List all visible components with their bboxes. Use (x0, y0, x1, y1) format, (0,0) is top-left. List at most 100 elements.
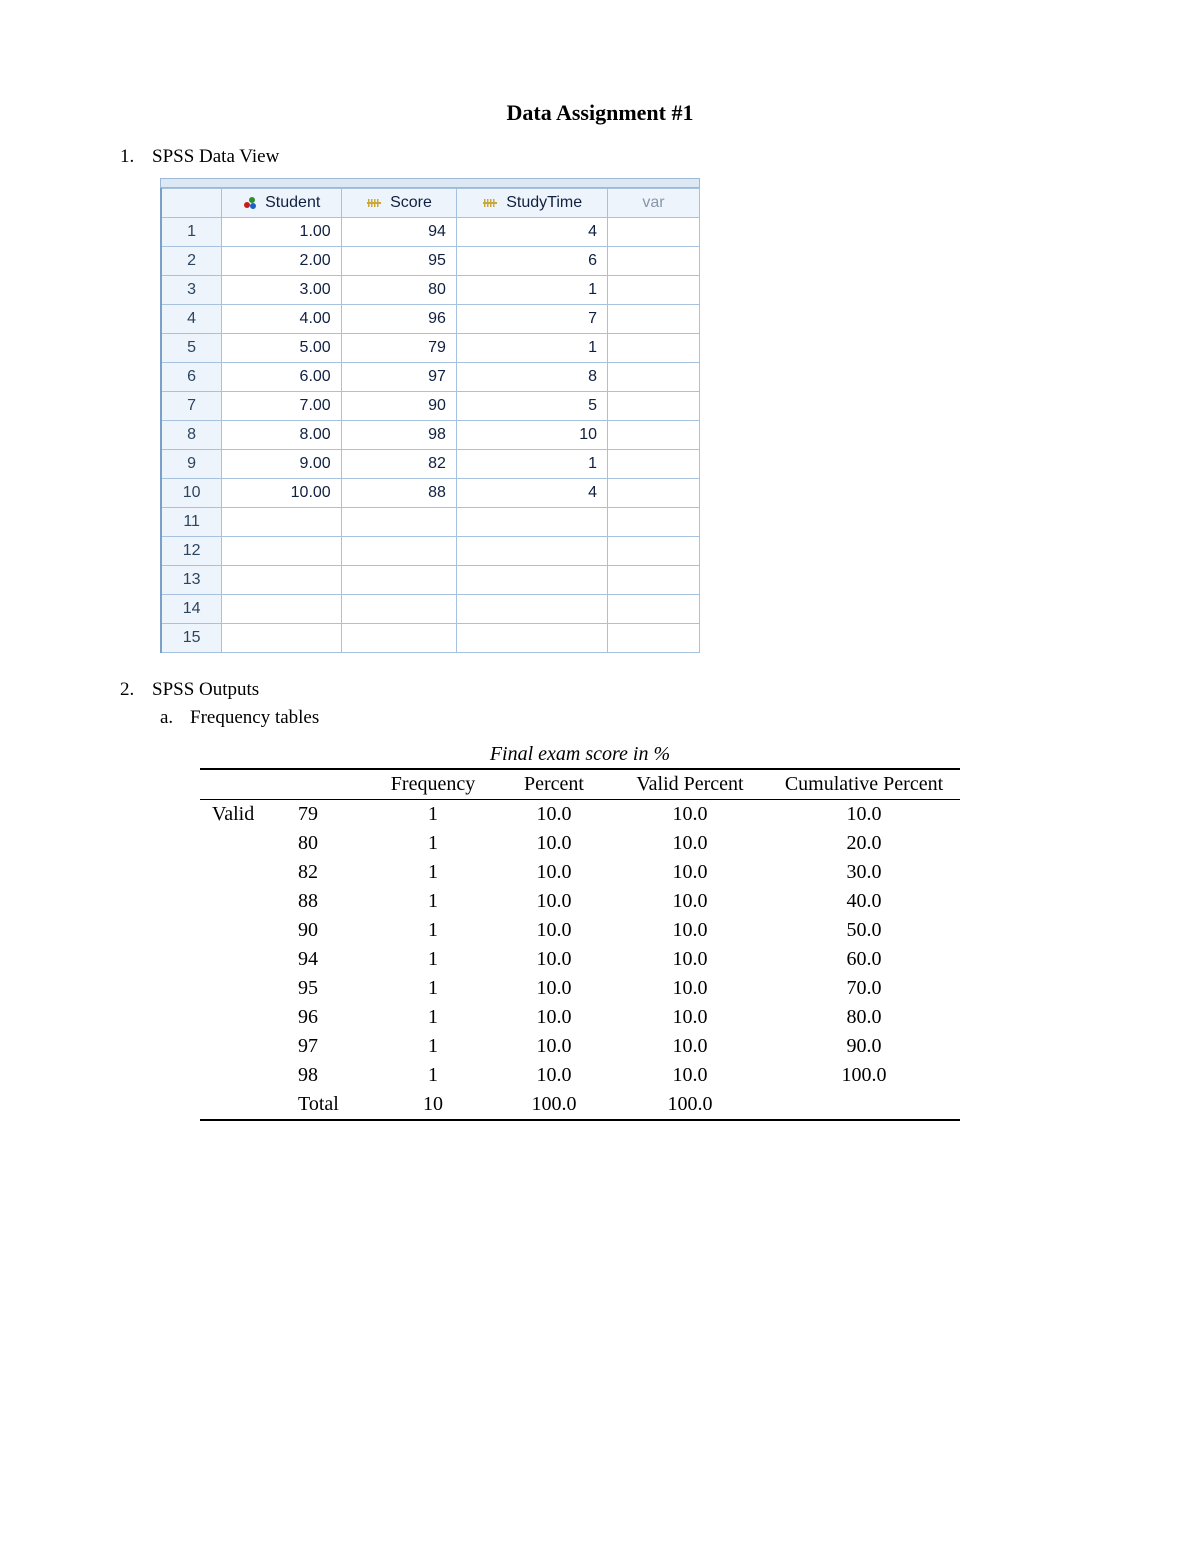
spss-cell-score[interactable]: 80 (341, 276, 456, 305)
spss-row-number[interactable]: 12 (161, 537, 222, 566)
spss-row-number[interactable]: 14 (161, 595, 222, 624)
spss-cell-studytime[interactable] (456, 566, 607, 595)
spss-cell-student[interactable]: 7.00 (222, 392, 341, 421)
spss-cell-score[interactable] (341, 595, 456, 624)
spss-cell-student[interactable]: 6.00 (222, 363, 341, 392)
spss-row-number[interactable]: 2 (161, 247, 222, 276)
spss-cell-studytime[interactable]: 5 (456, 392, 607, 421)
frequency-caption: Final exam score in % (200, 743, 960, 768)
spss-cell-score[interactable]: 94 (341, 218, 456, 247)
freq-cell-percent: 10.0 (496, 945, 612, 974)
spss-cell-var[interactable] (608, 595, 700, 624)
freq-cell-value: 98 (290, 1061, 370, 1090)
spss-cell-student[interactable]: 3.00 (222, 276, 341, 305)
freq-total-cumulative (768, 1090, 960, 1120)
spss-cell-score[interactable]: 97 (341, 363, 456, 392)
spss-cell-var[interactable] (608, 566, 700, 595)
frequency-header-row: Frequency Percent Valid Percent Cumulati… (200, 769, 960, 800)
spss-row-number[interactable]: 3 (161, 276, 222, 305)
spss-cell-studytime[interactable]: 4 (456, 479, 607, 508)
freq-row-group-label (200, 1061, 290, 1090)
spss-cell-student[interactable] (222, 624, 341, 653)
spss-cell-student[interactable]: 1.00 (222, 218, 341, 247)
spss-cell-var[interactable] (608, 624, 700, 653)
spss-cell-var[interactable] (608, 247, 700, 276)
spss-row-number[interactable]: 1 (161, 218, 222, 247)
spss-cell-studytime[interactable] (456, 537, 607, 566)
spss-cell-var[interactable] (608, 537, 700, 566)
spss-cell-score[interactable]: 90 (341, 392, 456, 421)
spss-col-student[interactable]: Student (222, 189, 341, 218)
spss-row-number[interactable]: 4 (161, 305, 222, 334)
spss-cell-student[interactable] (222, 595, 341, 624)
spss-cell-var[interactable] (608, 276, 700, 305)
spss-row-number[interactable]: 10 (161, 479, 222, 508)
spss-cell-score[interactable] (341, 624, 456, 653)
freq-cell-percent: 10.0 (496, 1061, 612, 1090)
freq-cell-percent: 10.0 (496, 974, 612, 1003)
spss-cell-student[interactable]: 5.00 (222, 334, 341, 363)
spss-cell-student[interactable]: 10.00 (222, 479, 341, 508)
spss-cell-studytime[interactable]: 6 (456, 247, 607, 276)
spss-row: 88.009810 (161, 421, 700, 450)
spss-cell-student[interactable]: 2.00 (222, 247, 341, 276)
spss-row-number[interactable]: 11 (161, 508, 222, 537)
spss-cell-score[interactable] (341, 566, 456, 595)
spss-row-number[interactable]: 9 (161, 450, 222, 479)
spss-cell-studytime[interactable] (456, 624, 607, 653)
spss-col-studytime[interactable]: StudyTime (456, 189, 607, 218)
freq-cell-percent: 10.0 (496, 829, 612, 858)
spss-cell-studytime[interactable]: 1 (456, 276, 607, 305)
spss-row-number[interactable]: 7 (161, 392, 222, 421)
spss-cell-score[interactable]: 79 (341, 334, 456, 363)
spss-cell-score[interactable] (341, 508, 456, 537)
spss-cell-var[interactable] (608, 363, 700, 392)
spss-row-number[interactable]: 6 (161, 363, 222, 392)
spss-cell-var[interactable] (608, 305, 700, 334)
spss-cell-studytime[interactable] (456, 595, 607, 624)
spss-cell-student[interactable]: 4.00 (222, 305, 341, 334)
spss-row-number[interactable]: 13 (161, 566, 222, 595)
freq-total-percent: 100.0 (496, 1090, 612, 1120)
spss-cell-studytime[interactable] (456, 508, 607, 537)
freq-row: 82110.010.030.0 (200, 858, 960, 887)
spss-cell-var[interactable] (608, 421, 700, 450)
spss-cell-studytime[interactable]: 10 (456, 421, 607, 450)
freq-cell-frequency: 1 (370, 974, 496, 1003)
spss-row-number[interactable]: 8 (161, 421, 222, 450)
spss-cell-score[interactable] (341, 537, 456, 566)
spss-cell-var[interactable] (608, 218, 700, 247)
spss-cell-studytime[interactable]: 8 (456, 363, 607, 392)
spss-cell-studytime[interactable]: 4 (456, 218, 607, 247)
spss-cell-var[interactable] (608, 479, 700, 508)
spss-cell-var[interactable] (608, 508, 700, 537)
freq-row: 95110.010.070.0 (200, 974, 960, 1003)
spss-cell-studytime[interactable]: 1 (456, 450, 607, 479)
list-marker: 2. (120, 679, 140, 701)
spss-cell-score[interactable]: 82 (341, 450, 456, 479)
spss-col-var[interactable]: var (608, 189, 700, 218)
spss-cell-var[interactable] (608, 392, 700, 421)
spss-row-number[interactable]: 15 (161, 624, 222, 653)
spss-cell-var[interactable] (608, 334, 700, 363)
spss-col-score[interactable]: Score (341, 189, 456, 218)
spss-cell-studytime[interactable]: 1 (456, 334, 607, 363)
spss-cell-score[interactable]: 88 (341, 479, 456, 508)
spss-cell-studytime[interactable]: 7 (456, 305, 607, 334)
spss-cell-score[interactable]: 95 (341, 247, 456, 276)
spss-row: 11.00944 (161, 218, 700, 247)
freq-hdr-cumulative-percent: Cumulative Percent (768, 769, 960, 800)
spss-row: 77.00905 (161, 392, 700, 421)
spss-cell-student[interactable] (222, 508, 341, 537)
spss-row-number[interactable]: 5 (161, 334, 222, 363)
spss-cell-student[interactable] (222, 566, 341, 595)
spss-cell-student[interactable] (222, 537, 341, 566)
spss-cell-score[interactable]: 98 (341, 421, 456, 450)
spss-cell-var[interactable] (608, 450, 700, 479)
spss-row: 15 (161, 624, 700, 653)
freq-row-group-label: Valid (200, 800, 290, 830)
spss-corner-cell (161, 189, 222, 218)
spss-cell-student[interactable]: 8.00 (222, 421, 341, 450)
spss-cell-student[interactable]: 9.00 (222, 450, 341, 479)
spss-cell-score[interactable]: 96 (341, 305, 456, 334)
